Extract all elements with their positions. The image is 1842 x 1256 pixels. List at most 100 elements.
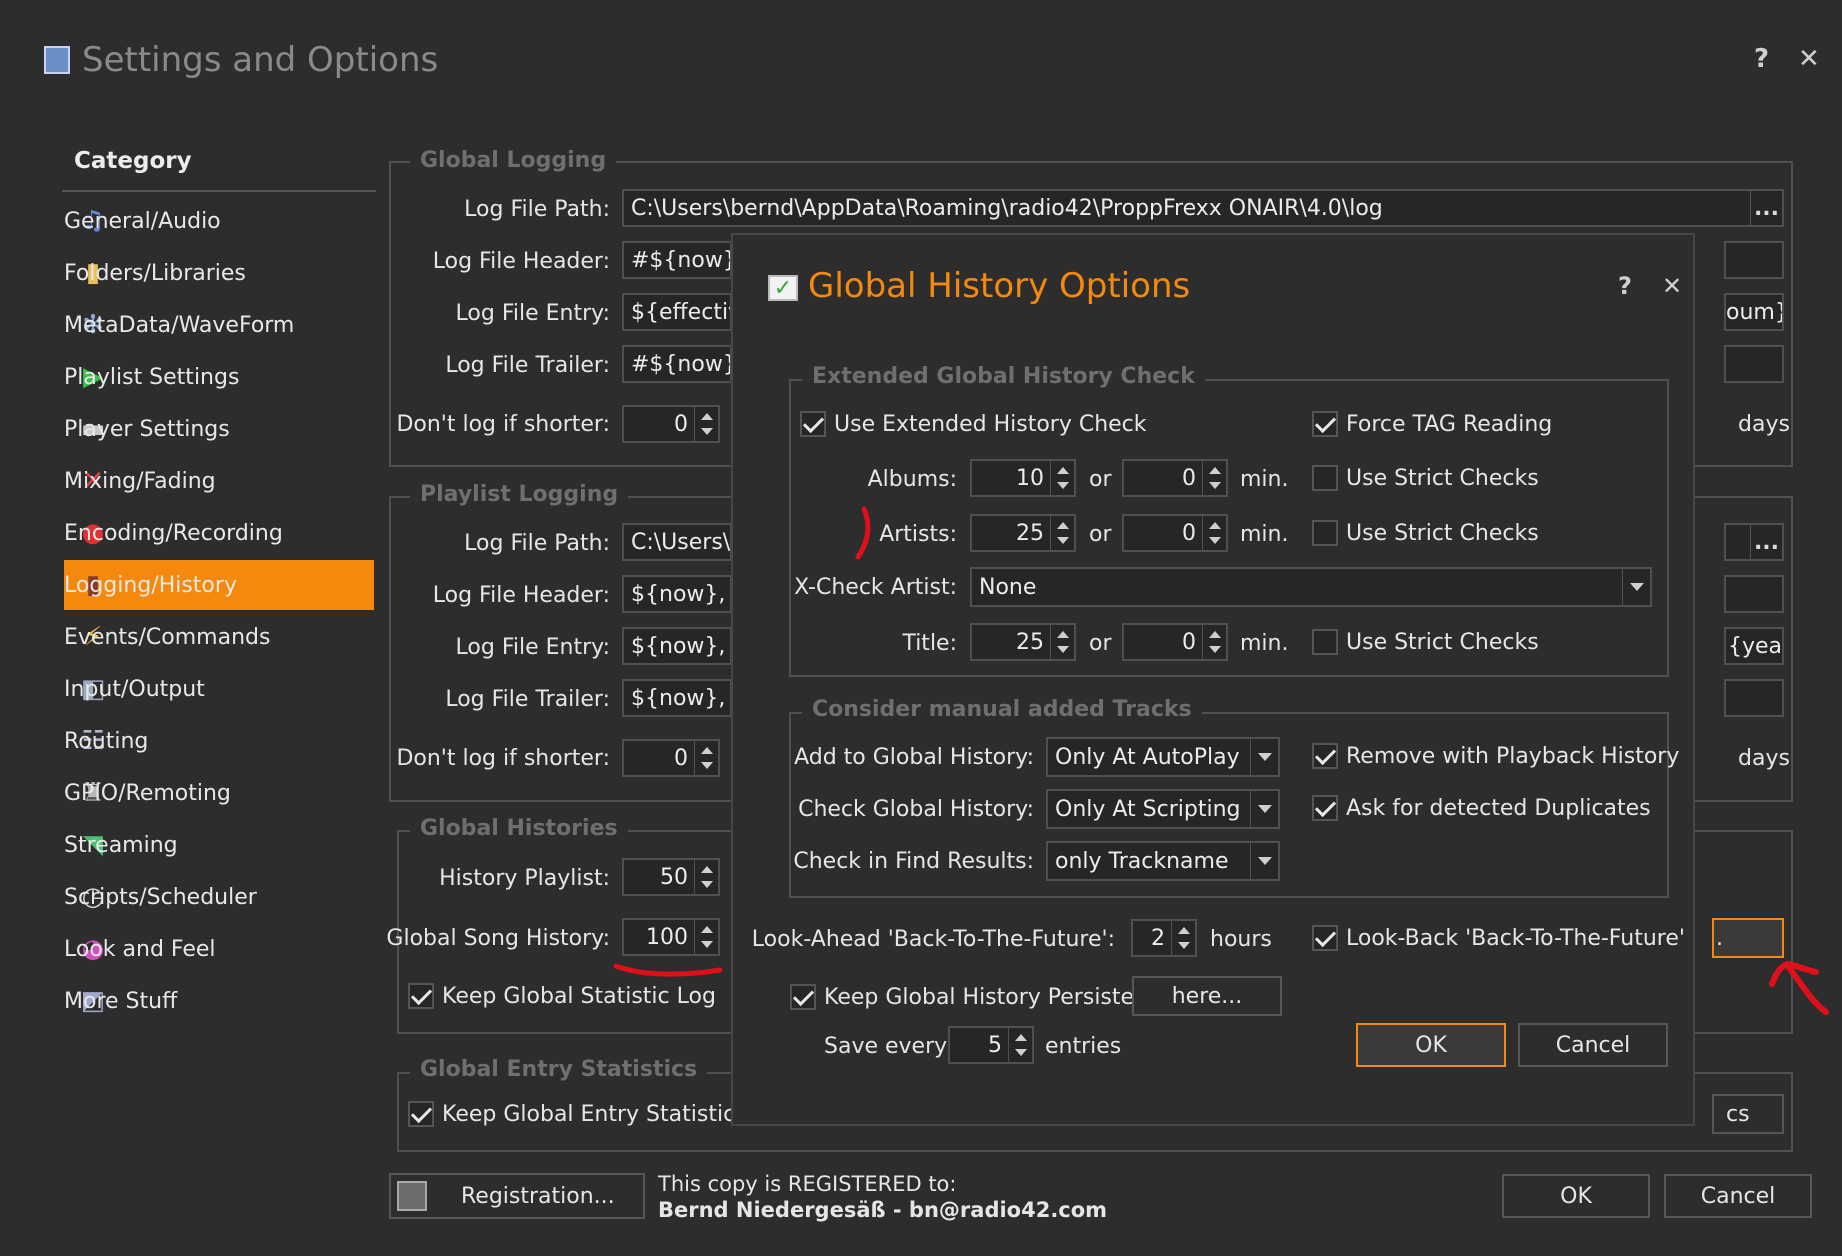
find-results-dropdown-arrow[interactable]: [1250, 843, 1278, 879]
sidebar-item-streaming[interactable]: ◥ Streaming: [64, 820, 374, 870]
playlist-header-input-right[interactable]: [1724, 575, 1784, 613]
remove-playback-checkbox[interactable]: Remove with Playback History: [1312, 743, 1679, 769]
sidebar-item-playlist-settings[interactable]: ▶ Playlist Settings: [64, 352, 374, 402]
entry-stats-button[interactable]: cs: [1712, 1094, 1784, 1134]
log-entry-input-right[interactable]: oum}: [1724, 293, 1784, 331]
log-shorter-spinner[interactable]: 0: [622, 405, 720, 443]
log-path-input[interactable]: C:\Users\bernd\AppData\Roaming\radio42\P…: [622, 189, 1784, 227]
sidebar-item-routing[interactable]: ☷ Routing: [64, 716, 374, 766]
keep-statistic-check[interactable]: [408, 983, 434, 1009]
lookahead-spinner[interactable]: 2: [1131, 919, 1197, 957]
registration-button[interactable]: Registration...: [389, 1173, 645, 1219]
xcheck-dropdown[interactable]: None: [970, 567, 1652, 607]
help-button[interactable]: ?: [1754, 44, 1769, 74]
song-history-arrows[interactable]: [694, 920, 718, 954]
title-min-spinner[interactable]: 0: [1122, 623, 1228, 661]
log-shorter-arrows[interactable]: [694, 407, 718, 441]
keep-entry-stats-checkbox[interactable]: Keep Global Entry Statistics: [408, 1101, 747, 1127]
log-header-input[interactable]: #${now} v: [622, 241, 732, 279]
artists-min-spinner[interactable]: 0: [1122, 514, 1228, 552]
ask-duplicates-check[interactable]: [1312, 795, 1338, 821]
history-playlist-spinner[interactable]: 50: [622, 858, 720, 896]
lookback-checkbox[interactable]: Look-Back 'Back-To-The-Future': [1312, 925, 1685, 951]
playlist-header-input[interactable]: ${now}, "$: [622, 575, 732, 613]
playlist-trailer-input-right[interactable]: [1724, 679, 1784, 717]
title-strict-check[interactable]: [1312, 629, 1338, 655]
check-history-dropdown-arrow[interactable]: [1250, 791, 1278, 827]
log-entry-input[interactable]: ${effective: [622, 293, 732, 331]
sidebar-item-label: Mixing/Fading: [64, 468, 216, 494]
playlist-entry-input-right[interactable]: {year: [1724, 627, 1784, 665]
persist-checkbox[interactable]: Keep Global History Persistent: [790, 984, 1157, 1010]
albums-label: Albums:: [867, 467, 957, 492]
log-header-input-right[interactable]: [1724, 241, 1784, 279]
artists-spinner[interactable]: 25: [970, 514, 1076, 552]
artists-strict-checkbox[interactable]: Use Strict Checks: [1312, 520, 1539, 546]
xcheck-dropdown-arrow[interactable]: [1622, 569, 1650, 605]
sidebar-item-logging-history[interactable]: ▮ Logging/History: [64, 560, 374, 610]
playlist-path-browse-button[interactable]: ...: [1750, 525, 1782, 559]
remove-playback-check[interactable]: [1312, 743, 1338, 769]
albums-strict-check[interactable]: [1312, 465, 1338, 491]
sidebar-item-metadata-waveform[interactable]: ✻ MetaData/WaveForm: [64, 300, 374, 350]
force-tag-check[interactable]: [1312, 411, 1338, 437]
use-extended-checkbox[interactable]: Use Extended History Check: [800, 411, 1147, 437]
history-playlist-arrows[interactable]: [694, 860, 718, 894]
sidebar-item-gpio-remoting[interactable]: ♜ GPIO/Remoting: [64, 768, 374, 818]
use-extended-check[interactable]: [800, 411, 826, 437]
sidebar-item-encoding-recording[interactable]: ● Encoding/Recording: [64, 508, 374, 558]
albums-spinner[interactable]: 10: [970, 459, 1076, 497]
playlist-entry-input[interactable]: ${now}, "$: [622, 627, 732, 665]
force-tag-checkbox[interactable]: Force TAG Reading: [1312, 411, 1552, 437]
title-strict-label: Use Strict Checks: [1346, 629, 1539, 655]
albums-arrows[interactable]: [1050, 461, 1074, 495]
sidebar-item-mixing-fading[interactable]: ✕ Mixing/Fading: [64, 456, 374, 506]
dialog-cancel-button[interactable]: Cancel: [1518, 1023, 1668, 1067]
playlist-path-input[interactable]: C:\Users\b: [622, 523, 732, 561]
artists-strict-check[interactable]: [1312, 520, 1338, 546]
sidebar-item-player-settings[interactable]: ▬ Player Settings: [64, 404, 374, 454]
main-ok-button[interactable]: OK: [1502, 1174, 1650, 1218]
log-trailer-input-right[interactable]: [1724, 345, 1784, 383]
add-history-dropdown[interactable]: Only At AutoPlay: [1046, 737, 1280, 777]
artists-arrows[interactable]: [1050, 516, 1074, 550]
artists-min-arrows[interactable]: [1202, 516, 1226, 550]
dialog-ok-button[interactable]: OK: [1356, 1023, 1506, 1067]
title-spinner[interactable]: 25: [970, 623, 1076, 661]
lookback-check[interactable]: [1312, 925, 1338, 951]
sidebar-item-look-and-feel[interactable]: ◕ Look and Feel: [64, 924, 374, 974]
log-trailer-input[interactable]: #${now} s: [622, 345, 732, 383]
persist-check[interactable]: [790, 984, 816, 1010]
add-history-dropdown-arrow[interactable]: [1250, 739, 1278, 775]
check-history-dropdown[interactable]: Only At Scripting: [1046, 789, 1280, 829]
song-history-spinner[interactable]: 100: [622, 918, 720, 956]
lookahead-arrows[interactable]: [1171, 921, 1195, 955]
save-every-spinner[interactable]: 5: [948, 1026, 1034, 1064]
playlist-trailer-input[interactable]: ${now}, $: [622, 679, 732, 717]
close-button[interactable]: ✕: [1798, 44, 1820, 74]
main-cancel-button[interactable]: Cancel: [1664, 1174, 1812, 1218]
sidebar-item-input-output[interactable]: ◧ Input/Output: [64, 664, 374, 714]
sidebar-item-more-stuff[interactable]: ◩ More Stuff: [64, 976, 374, 1026]
sidebar-item-folders-libraries[interactable]: ▮ Folders/Libraries: [64, 248, 374, 298]
albums-strict-checkbox[interactable]: Use Strict Checks: [1312, 465, 1539, 491]
dialog-help-button[interactable]: ?: [1618, 272, 1632, 300]
sidebar-item-scripts-scheduler[interactable]: ◷ Scripts/Scheduler: [64, 872, 374, 922]
log-path-browse-button[interactable]: ...: [1750, 191, 1782, 225]
title-strict-checkbox[interactable]: Use Strict Checks: [1312, 629, 1539, 655]
playlist-shorter-spinner[interactable]: 0: [622, 739, 720, 777]
keep-entry-stats-check[interactable]: [408, 1101, 434, 1127]
title-min-value: 0: [1182, 630, 1196, 655]
title-min-arrows[interactable]: [1202, 625, 1226, 659]
here-button[interactable]: here...: [1132, 976, 1282, 1016]
dialog-close-button[interactable]: ✕: [1662, 272, 1682, 300]
find-results-dropdown[interactable]: only Trackname: [1046, 841, 1280, 881]
ask-duplicates-checkbox[interactable]: Ask for detected Duplicates: [1312, 795, 1651, 821]
albums-min-arrows[interactable]: [1202, 461, 1226, 495]
sidebar-item-events-commands[interactable]: ⚡ Events/Commands: [64, 612, 374, 662]
save-every-arrows[interactable]: [1008, 1028, 1032, 1062]
playlist-shorter-arrows[interactable]: [694, 741, 718, 775]
title-arrows[interactable]: [1050, 625, 1074, 659]
albums-min-spinner[interactable]: 0: [1122, 459, 1228, 497]
sidebar-item-general-audio[interactable]: ♫ General/Audio: [64, 196, 374, 246]
